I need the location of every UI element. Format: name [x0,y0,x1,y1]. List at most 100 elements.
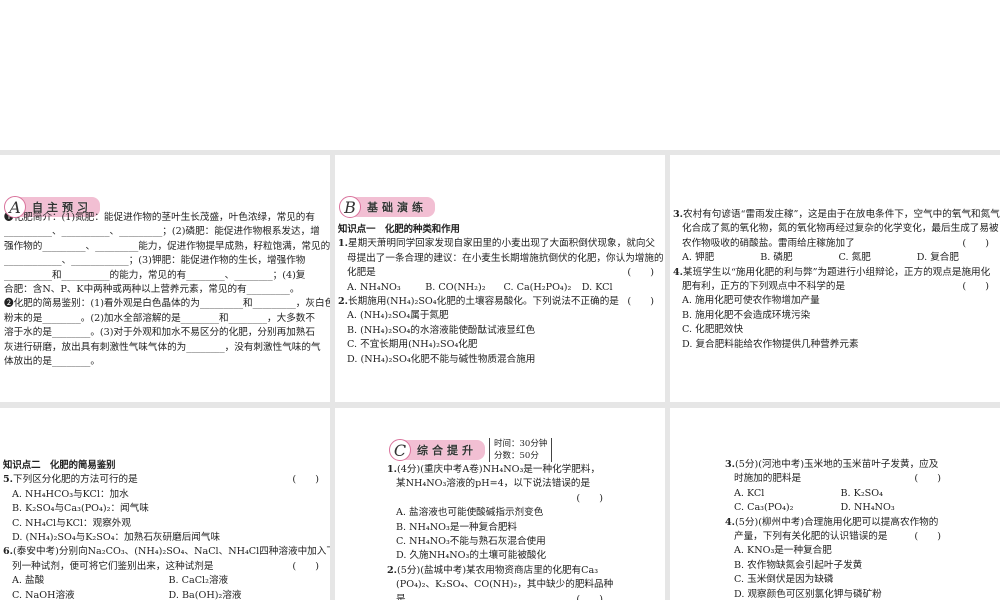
line-text: 灰进行研磨，放出具有刺激性气味气体的为________，没有刺激性气味的气 [4,341,321,353]
line-text: B. K₂SO₄与Ca₃(PO₄)₂：闻气味 [12,503,149,515]
line-text: D. 观察颜色可区别氯化钾与磷矿粉 [734,588,882,600]
line-text: (泰安中考)分别向Na₂CO₃、(NH₄)₂SO₄、NaCl、NH₄Cl四种溶液… [13,546,330,558]
page-panel-basic-practice: B 基础演练知识点一 化肥的种类和作用 1.星期天萧明同学回家发现自家田里的小麦出现… [335,155,665,402]
line-text: 列一种试剂，便可将它们鉴别出来，这种试剂是 [12,560,214,572]
answer-bracket: ( ) [962,237,989,249]
question-body: ❶化肥简介：(1)氮肥：能促进作物的茎叶生长茂盛，叶色浓绿，常见的有 ______… [4,211,330,369]
page-panel-identification: 知识点二 化肥的简易鉴别 5.下列区分化肥的方法可行的是 ( ) A. NH₄HCO₃… [0,408,330,600]
answer-option: D. 复合肥 [916,252,959,264]
text-line: 粉末的是________。(2)加水全部溶解的是________和_______… [4,312,326,326]
question-body: 知识点一 化肥的种类和作用 1.星期天萧明同学回家发现自家田里的小麦出现了大面积倒… [338,223,664,367]
question-number: 5. [3,474,14,486]
line-text: A. 盐溶液也可能使酸碱指示剂变色 [396,507,544,519]
section-badge: C 综合提升 时间：30分钟 分数：50分 [389,438,553,462]
answer-option: D. 复合肥料能给农作物提供几种营养元素 [673,338,995,352]
question-line: 2.(5分)(盐城中考)某农用物资商店里的化肥有Ca₃ [387,564,609,578]
question-line: 4.某班学生以“施用化肥的利与弊”为题进行小组辩论，正方的观点是施用化 [673,266,995,280]
line-text: 是 [396,593,406,600]
question-text: 列一种试剂，便可将它们鉴别出来，这种试剂是 ( ) [3,560,325,574]
question-line: 3.农村有句谚语“雷雨发庄稼”，这是由于在放电条件下，空气中的氧气和氮气 [673,208,1000,222]
line-text: C. 不宜长期用(NH₄)₂SO₄化肥 [347,339,478,351]
answer-option: D. 观察颜色可区别氯化钾与磷矿粉 [725,588,947,600]
line-text: 某NH₄NO₃溶液的pH=4，以下说法错误的是 [396,478,591,490]
answer-option: C. 不宜长期用(NH₄)₂SO₄化肥 [338,338,660,352]
line-text: C. NH₄NO₃不能与熟石灰混合使用 [396,535,546,547]
answer-option: C. NH₄Cl与KCl：观察外观 [3,517,325,531]
line-text: A. 施用化肥可使农作物增加产量 [682,295,820,307]
answer-bracket: ( ) [292,474,319,486]
answer-option: C. 玉米倒伏是因为缺磷 [725,573,947,587]
answer-option: A. 钾肥 [682,252,715,264]
line-text: 合肥：含N、P、K中两种或两种以上营养元素，常见的有_________。 [4,283,300,295]
question-number: 1. [338,238,349,250]
line-text: 农村有句谚语“雷雨发庄稼”，这是由于在放电条件下，空气中的氧气和氮气 [683,209,1000,220]
line-text: C. NH₄Cl与KCl：观察外观 [12,517,131,529]
answer-option: A. KNO₃是一种复合肥 [725,544,947,558]
section-badge: B 基础演练 [339,196,435,218]
answer-option: C. 氮肥 [838,252,871,264]
text-line: 体放出的是________。 [4,355,326,369]
page-panel-comprehensive-cont: 3.(5分)(河池中考)玉米地的玉米苗叶子发黄，应及 时施加的肥料是 ( ) A. K… [670,408,1000,600]
answer-bracket: ( ) [576,492,603,504]
question-line: 1.(4分)(重庆中考A卷)NH₄NO₃是一种化学肥料， [387,463,609,477]
answer-option: A. NH₄NO₃ [347,281,401,293]
section-letter-icon: A [4,196,26,218]
line-text: ❷化肥的简易鉴别：(1)看外观是白色晶体的为_________和________… [4,298,330,310]
question-number: 1. [387,464,398,475]
answer-option: B. K₂SO₄与Ca₃(PO₄)₂：闻气味 [3,502,325,516]
text-line: __________、__________、_________；(2)磷肥：能促… [4,225,326,239]
line-text: (PO₄)₂、K₂SO₄、CO(NH)₂，其中缺少的肥料品种 [396,579,614,591]
page-panel-self-study: A 自主预习 ❶化肥简介：(1)氮肥：能促进作物的茎叶生长茂盛，叶色浓绿，常见的有 _… [0,155,330,402]
answer-option: B. NH₄NO₃是一种复合肥料 [387,521,609,535]
line-text: B. 施用化肥不会造成环境污染 [682,309,811,321]
line-text: 农作物吸收的硝酸盐。雷雨给庄稼施加了 [682,237,855,249]
line-text: 知识点二 化肥的简易鉴别 [3,460,116,471]
section-letter-icon: B [339,196,361,218]
text-line: 合肥：含N、P、K中两种或两种以上营养元素，常见的有_________。 [4,283,326,297]
line-text: 体放出的是________。 [4,355,100,367]
line-text: D. 久施NH₄NO₃的土壤可能被酸化 [396,550,547,562]
question-text: 化合成了氮的氧化物，氮的氧化物再经过复杂的化学变化，最后生成了易被 [673,222,999,236]
answer-option: C. 化肥肥效快 [673,323,995,337]
answer-bracket: ( ) [914,473,941,485]
answer-option: A. 盐溶液也可能使酸碱指示剂变色 [387,506,609,520]
option-row: C. Ca₃(PO₄)₂ D. NH₄NO₃ [725,501,947,515]
question-line: 4.(5分)(柳州中考)合理施用化肥可以提高农作物的 [725,516,947,530]
option-row: A. 钾肥 B. 磷肥 C. 氮肥 D. 复合肥 [673,251,995,265]
question-text: ( ) [387,492,609,506]
line-text: 化合成了氮的氧化物，氮的氧化物再经过复杂的化学变化，最后生成了易被 [682,223,999,235]
text-line: __________和__________的能力，常见的有________、__… [4,269,326,283]
answer-option: D. (NH₄)₂SO₄与K₂SO₄：加熟石灰研磨后闻气味 [3,531,325,545]
option-row: A. KCl B. K₂SO₄ [725,487,947,501]
answer-option: B. 磷肥 [760,252,793,264]
answer-option: B. 农作物缺氮会引起叶子发黄 [725,559,947,573]
page-panel-basic-practice-cont: 3.农村有句谚语“雷雨发庄稼”，这是由于在放电条件下，空气中的氧气和氮气 化合成了… [670,155,1000,402]
section-title: 综合提升 [405,440,485,460]
question-text: 农作物吸收的硝酸盐。雷雨给庄稼施加了 ( ) [673,237,995,251]
line-text: C. 玉米倒伏是因为缺磷 [734,574,834,586]
answer-option: B. (NH₄)₂SO₄的水溶液能使酚酞试液显红色 [338,324,660,338]
answer-option: A. 施用化肥可使农作物增加产量 [673,294,995,308]
knowledge-point-heading: 知识点一 化肥的种类和作用 [338,223,660,237]
text-line: 强作物的_________、_________能力，促进作物提早成熟，籽粒饱满，… [4,240,330,254]
line-text: 母提出了一条合理的建议：在小麦生长期增施抗倒伏的化肥，你认为增施的 [347,252,664,264]
line-text: (5分)(柳州中考)合理施用化肥可以提高农作物的 [735,516,939,528]
line-text: 肥有利，正方的下列观点中不科学的是 [682,280,846,292]
question-number: 2. [387,564,398,576]
line-text: __________、__________、_________；(2)磷肥：能促… [4,226,320,238]
option-row: C. NaOH溶液 D. Ba(OH)₂溶液 [3,589,325,600]
question-line: 2.长期施用(NH₄)₂SO₄化肥的土壤容易酸化。下列说法不正确的是 ( ) [338,295,660,309]
line-text: B. (NH₄)₂SO₄的水溶液能使酚酞试液显红色 [347,324,536,336]
section-letter-icon: C [389,439,411,461]
answer-option: D. Ba(OH)₂溶液 [168,589,242,600]
line-text: D. (NH₄)₂SO₄与K₂SO₄：加熟石灰研磨后闻气味 [12,531,221,543]
text-line: 溶于水的是________。(3)对于外观和加水不易区分的化肥，分别再加熟石 [4,326,326,340]
question-text: 肥有利，正方的下列观点中不科学的是 ( ) [673,280,995,294]
answer-option: A. 盐酸 [12,575,45,587]
question-number: 2. [338,295,349,307]
line-text: 强作物的_________、_________能力，促进作物提早成熟，籽粒饱满，… [4,240,330,252]
question-number: 6. [3,546,14,558]
question-text: 产量，下列有关化肥的认识错误的是 ( ) [725,530,947,544]
line-text: D. 复合肥料能给农作物提供几种营养元素 [682,338,859,350]
section-title: 基础演练 [355,197,435,217]
